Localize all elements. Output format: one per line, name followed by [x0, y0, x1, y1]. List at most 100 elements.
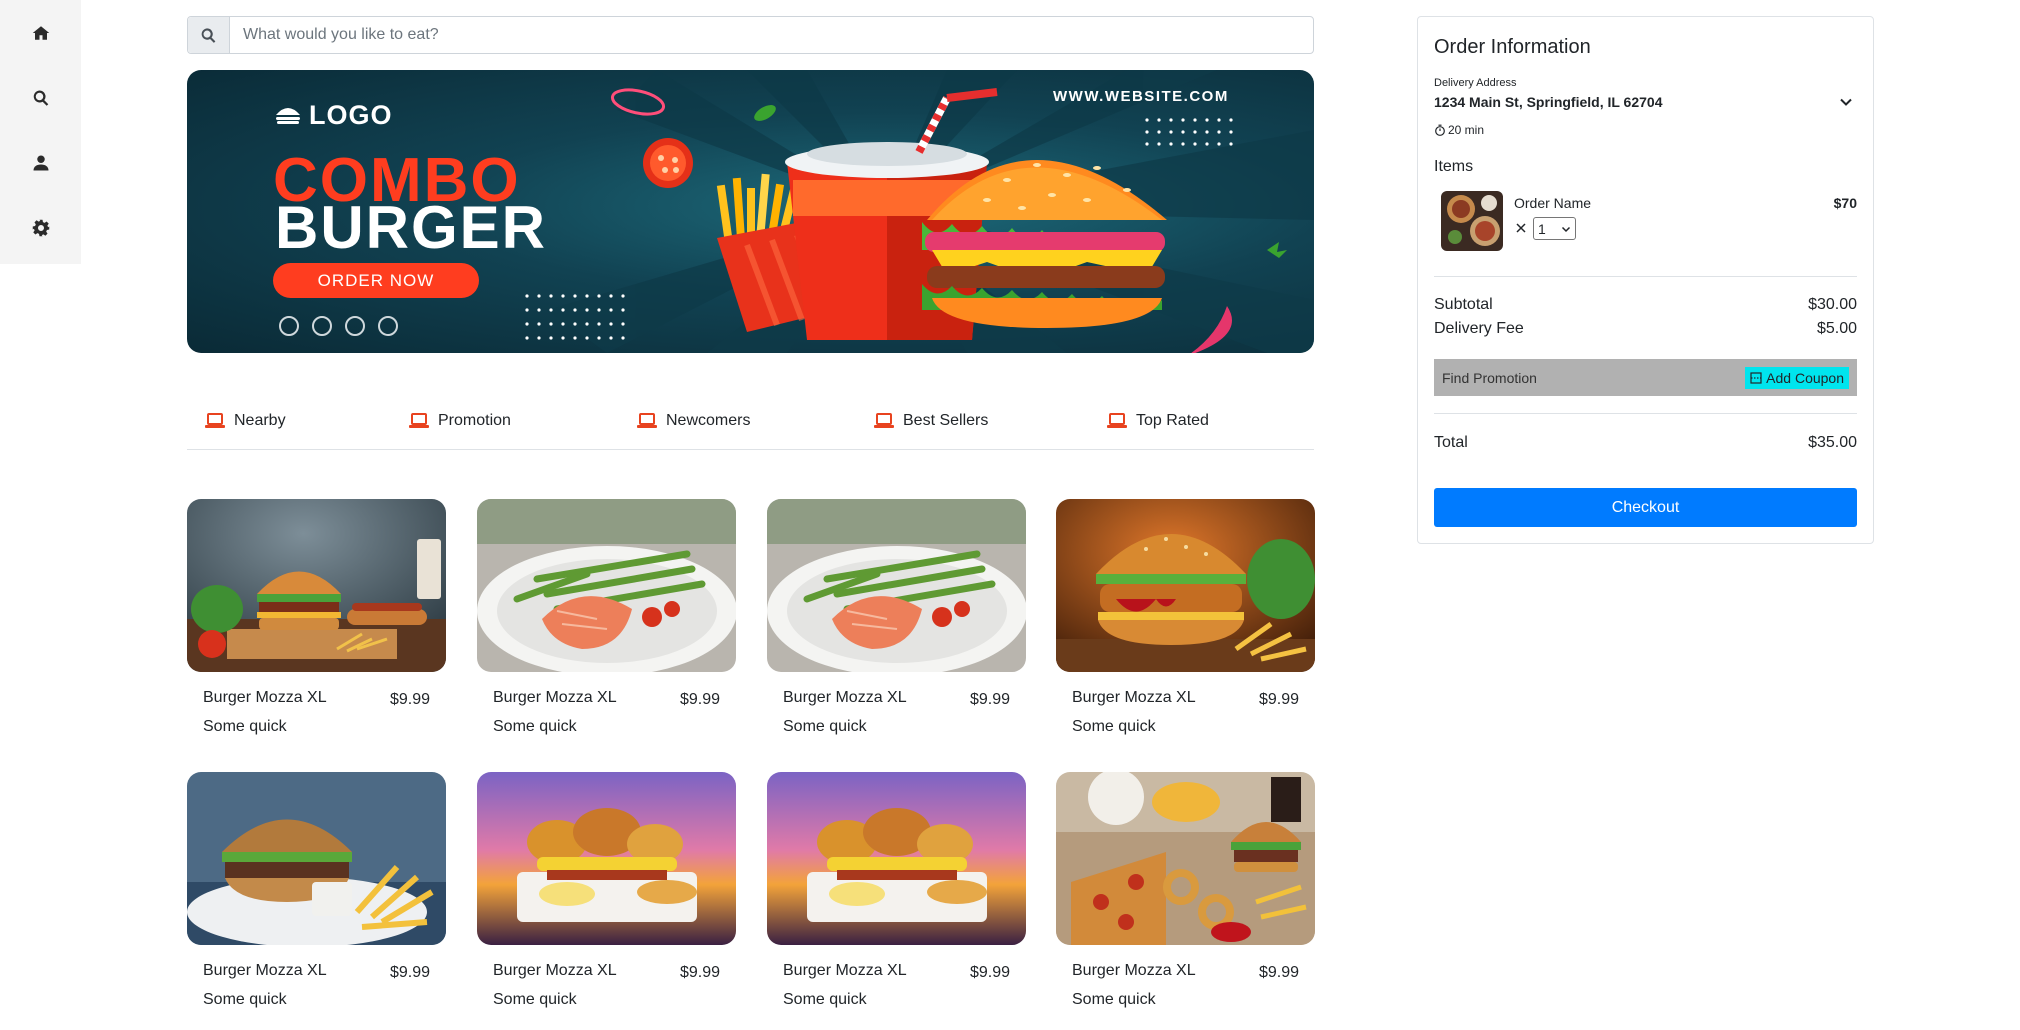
order-item-name: Order Name: [1514, 195, 1592, 211]
delivery-time-value: 20 min: [1448, 123, 1485, 137]
add-coupon-label: Add Coupon: [1766, 369, 1844, 386]
subtotal-row: Subtotal $30.00: [1434, 296, 1857, 314]
food-image-burger-fries-plate[interactable]: [187, 772, 446, 945]
chevron-down-icon: [1561, 226, 1571, 232]
tab-label: Nearby: [234, 412, 286, 429]
food-price: $9.99: [679, 691, 720, 708]
banner-logo: LOGO: [275, 100, 393, 131]
food-card[interactable]: Burger Mozza XL $9.99 Some quick: [187, 772, 446, 1008]
delivery-fee-label: Delivery Fee: [1434, 320, 1524, 337]
delivery-fee-row: Delivery Fee $5.00: [1434, 320, 1857, 338]
food-card[interactable]: Burger Mozza XL $9.99 Some quick: [187, 499, 446, 735]
category-tabs: Nearby Promotion Newcomers Best Sellers …: [187, 400, 1314, 450]
food-name: Burger Mozza XL: [783, 962, 907, 979]
delivery-address: 1234 Main St, Springfield, IL 62704: [1434, 94, 1663, 110]
home-icon: [32, 26, 49, 40]
food-image-salmon-asparagus[interactable]: [767, 499, 1026, 672]
tab-newcomers[interactable]: Newcomers: [637, 412, 750, 430]
food-card[interactable]: Burger Mozza XL $9.99 Some quick: [767, 499, 1026, 735]
tab-top-rated[interactable]: Top Rated: [1107, 412, 1209, 430]
delivery-time: 20 min: [1434, 123, 1484, 137]
search-bar: [187, 16, 1314, 54]
tab-label: Newcomers: [666, 412, 751, 429]
food-card[interactable]: Burger Mozza XL $9.99 Some quick: [767, 772, 1026, 1008]
total-value: $35.00: [1808, 434, 1857, 451]
sidebar-item-settings[interactable]: [0, 208, 81, 248]
promo-banner[interactable]: LOGO WWW.WEBSITE.COM COMBO BURGER ORDER …: [187, 70, 1314, 353]
sidebar-item-home[interactable]: [0, 13, 81, 53]
food-price: $9.99: [389, 691, 430, 708]
divider: [1434, 413, 1857, 414]
food-desc: Some quick: [1072, 718, 1156, 735]
quantity-value: 1: [1538, 220, 1546, 237]
stopwatch-icon: [1435, 124, 1445, 136]
food-desc: Some quick: [783, 991, 867, 1008]
search-icon: [33, 90, 48, 106]
tab-label: Best Sellers: [903, 412, 989, 429]
whatsapp-icon: [378, 316, 398, 336]
chevron-down-icon[interactable]: [1839, 95, 1853, 109]
food-card[interactable]: Burger Mozza XL $9.99 Some quick: [1056, 772, 1315, 1008]
subtotal-value: $30.00: [1808, 296, 1857, 313]
promotion-bar: Find Promotion Add Coupon: [1434, 359, 1857, 396]
tab-best-sellers[interactable]: Best Sellers: [874, 412, 988, 430]
banner-logo-text: LOGO: [309, 100, 393, 130]
order-title: Order Information: [1434, 36, 1591, 58]
food-desc: Some quick: [203, 991, 287, 1008]
food-desc: Some quick: [1072, 991, 1156, 1008]
food-image-salmon-asparagus[interactable]: [477, 499, 736, 672]
food-name: Burger Mozza XL: [203, 689, 327, 706]
food-price: $9.99: [1258, 964, 1299, 981]
search-input[interactable]: [230, 17, 1313, 53]
tab-promotion[interactable]: Promotion: [409, 412, 511, 430]
find-promotion-label: Find Promotion: [1442, 369, 1537, 386]
food-card[interactable]: Burger Mozza XL $9.99 Some quick: [477, 772, 736, 1008]
tab-label: Top Rated: [1136, 412, 1209, 429]
banner-headline-burger: BURGER: [275, 194, 548, 261]
user-icon: [33, 155, 48, 171]
tab-label: Promotion: [438, 412, 511, 429]
order-panel: Order Information Delivery Address 1234 …: [1417, 16, 1874, 544]
food-card[interactable]: Burger Mozza XL $9.99 Some quick: [1056, 499, 1315, 735]
checkout-button[interactable]: Checkout: [1434, 488, 1857, 527]
food-price: $9.99: [679, 964, 720, 981]
food-desc: Some quick: [783, 718, 867, 735]
food-desc: Some quick: [493, 991, 577, 1008]
laptop-icon: [874, 413, 894, 428]
food-price: $9.99: [389, 964, 430, 981]
sidebar: [0, 0, 81, 264]
food-price: $9.99: [969, 691, 1010, 708]
search-addon[interactable]: [188, 17, 230, 53]
close-icon[interactable]: [1514, 221, 1528, 235]
total-row: Total $35.00: [1434, 434, 1857, 452]
items-label: Items: [1434, 158, 1474, 175]
food-name: Burger Mozza XL: [783, 689, 907, 706]
food-image-fast-food-spread[interactable]: [1056, 772, 1315, 945]
food-price: $9.99: [1258, 691, 1299, 708]
sidebar-item-profile[interactable]: [0, 143, 81, 183]
banner-website: WWW.WEBSITE.COM: [1053, 88, 1229, 105]
order-now-button[interactable]: ORDER NOW: [273, 263, 479, 298]
order-item-thumbnail: [1441, 191, 1503, 251]
instagram-icon: [279, 316, 299, 336]
food-image-chicken-burger[interactable]: [1056, 499, 1315, 672]
food-desc: Some quick: [203, 718, 287, 735]
sidebar-item-search[interactable]: [0, 78, 81, 118]
food-card[interactable]: Burger Mozza XL $9.99 Some quick: [477, 499, 736, 735]
tab-nearby[interactable]: Nearby: [205, 412, 286, 430]
food-image-breakfast-sunset[interactable]: [767, 772, 1026, 945]
food-desc: Some quick: [493, 718, 577, 735]
laptop-icon: [1107, 413, 1127, 428]
quantity-select[interactable]: 1: [1533, 217, 1576, 240]
laptop-icon: [409, 413, 429, 428]
food-image-burger-table[interactable]: [187, 499, 446, 672]
food-image-breakfast-sunset[interactable]: [477, 772, 736, 945]
food-name: Burger Mozza XL: [493, 689, 617, 706]
divider: [1434, 276, 1857, 277]
order-item-price: $70: [1833, 195, 1857, 211]
facebook-icon: [312, 316, 332, 336]
food-name: Burger Mozza XL: [493, 962, 617, 979]
add-coupon-button[interactable]: Add Coupon: [1745, 366, 1849, 389]
delivery-address-label: Delivery Address: [1434, 77, 1517, 89]
food-name: Burger Mozza XL: [203, 962, 327, 979]
